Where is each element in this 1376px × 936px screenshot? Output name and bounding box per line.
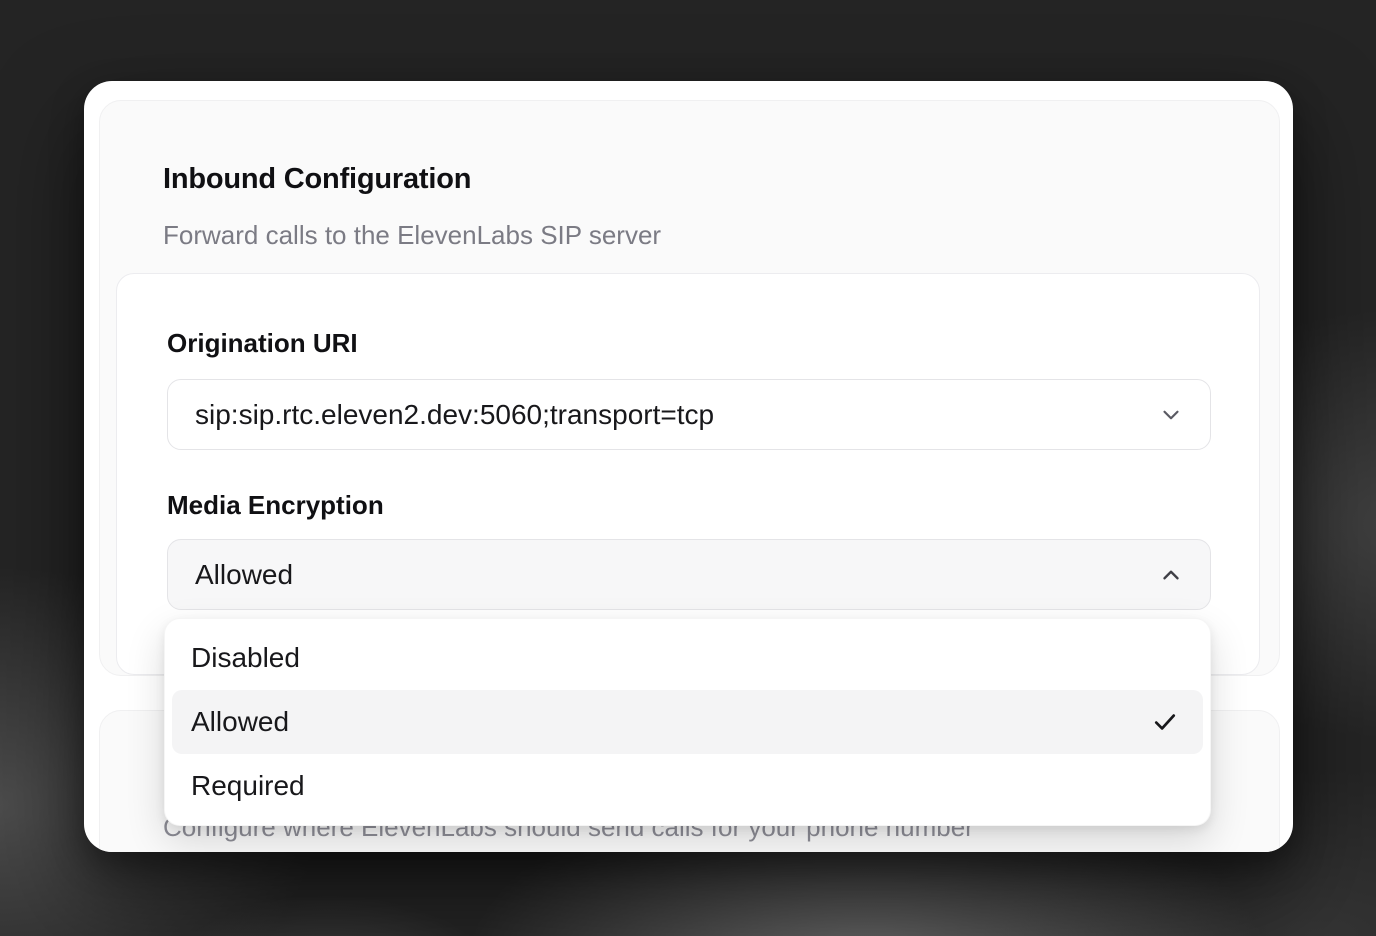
chevron-up-icon bbox=[1158, 562, 1184, 588]
origination-uri-value: sip:sip.rtc.eleven2.dev:5060;transport=t… bbox=[195, 399, 714, 431]
inbound-configuration-card: Inbound Configuration Forward calls to t… bbox=[99, 100, 1280, 676]
dropdown-option-label: Disabled bbox=[191, 642, 300, 674]
dropdown-option-required[interactable]: Required bbox=[172, 754, 1203, 818]
media-encryption-value: Allowed bbox=[195, 559, 293, 591]
chevron-down-icon bbox=[1158, 402, 1184, 428]
check-icon bbox=[1151, 708, 1179, 736]
inbound-configuration-subtitle: Forward calls to the ElevenLabs SIP serv… bbox=[163, 220, 661, 251]
media-encryption-select[interactable]: Allowed bbox=[167, 539, 1211, 610]
dropdown-option-label: Required bbox=[191, 770, 305, 802]
origination-uri-label: Origination URI bbox=[167, 328, 358, 359]
media-encryption-dropdown: Disabled Allowed Required bbox=[164, 618, 1211, 826]
media-encryption-label: Media Encryption bbox=[167, 490, 384, 521]
dropdown-option-label: Allowed bbox=[191, 706, 289, 738]
page-background: Inbound Configuration Forward calls to t… bbox=[0, 0, 1376, 936]
inbound-configuration-title: Inbound Configuration bbox=[163, 163, 471, 196]
dropdown-option-allowed[interactable]: Allowed bbox=[172, 690, 1203, 754]
dropdown-option-disabled[interactable]: Disabled bbox=[172, 626, 1203, 690]
origination-uri-select[interactable]: sip:sip.rtc.eleven2.dev:5060;transport=t… bbox=[167, 379, 1211, 450]
inbound-fields-card: Origination URI sip:sip.rtc.eleven2.dev:… bbox=[116, 273, 1260, 675]
sip-trunk-config-dialog: Inbound Configuration Forward calls to t… bbox=[84, 81, 1293, 852]
